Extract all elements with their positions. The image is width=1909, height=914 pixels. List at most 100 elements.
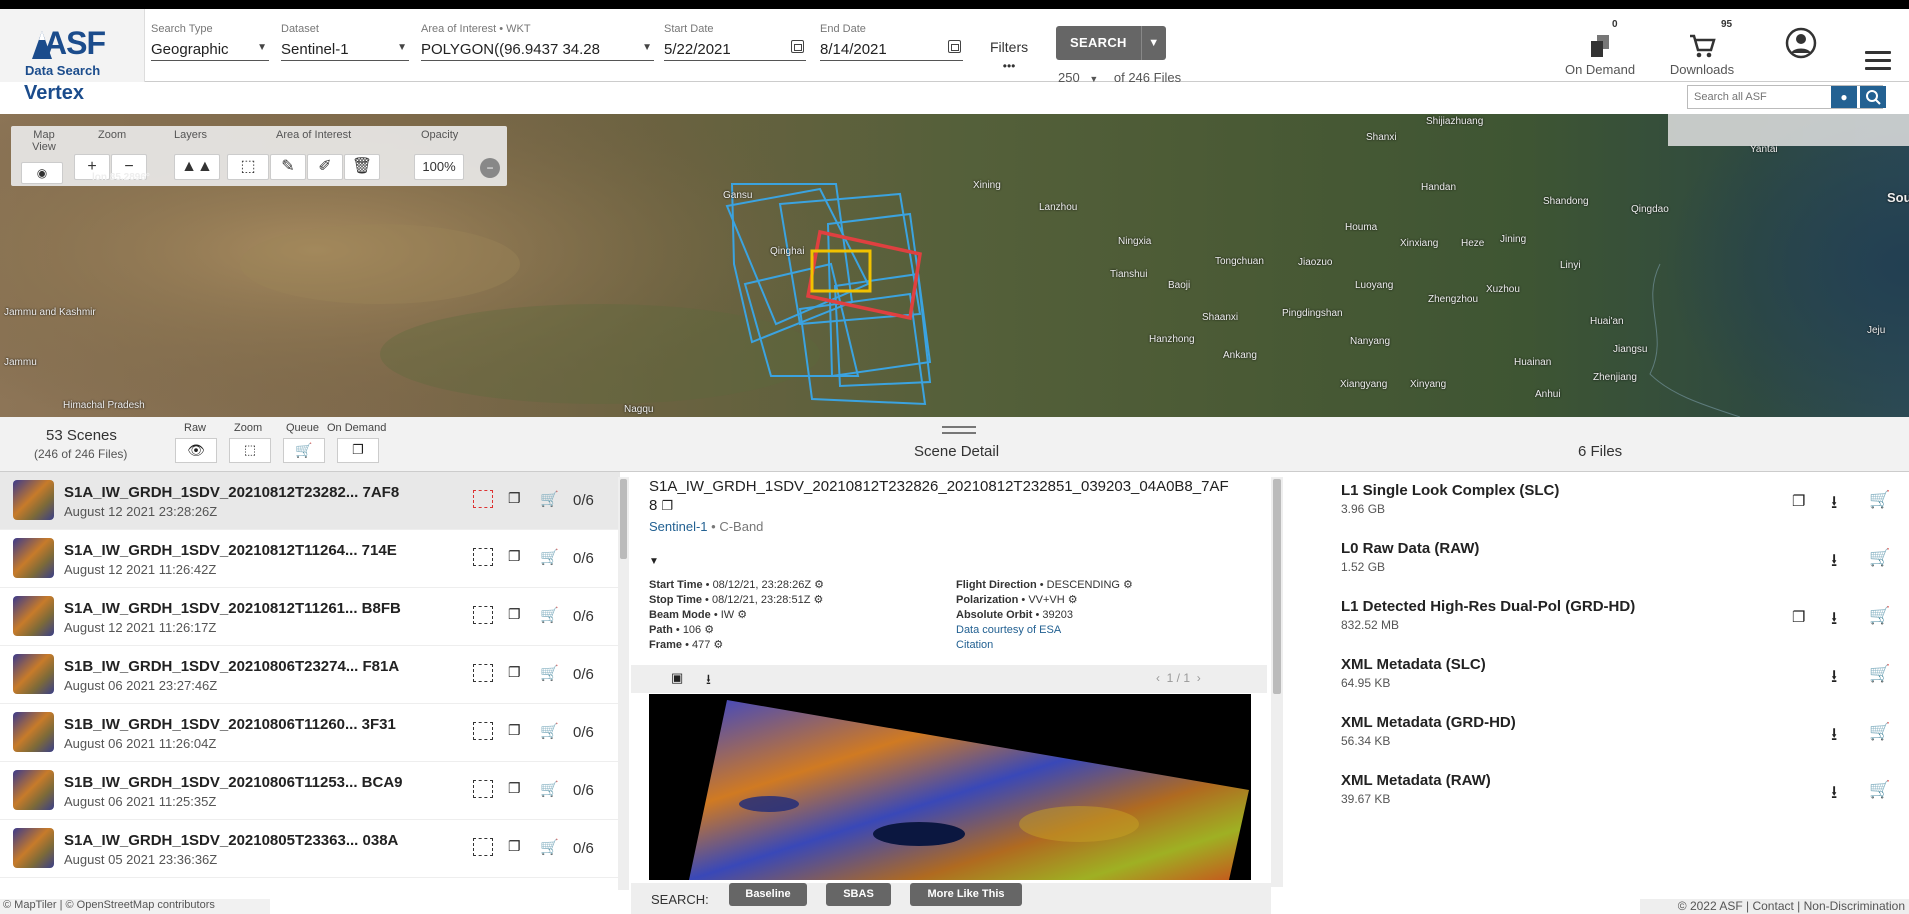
list-item[interactable]: S1B_IW_GRDH_1SDV_20210806T23274... F81A … [0, 646, 620, 704]
cart-icon[interactable]: 🛒 [540, 664, 560, 682]
gear-icon[interactable]: ⚙ [1123, 579, 1133, 591]
on-demand-icon[interactable]: ❐ [508, 780, 528, 798]
gear-icon[interactable]: ⚙ [713, 639, 723, 651]
image-view-icon[interactable]: ▣ [671, 670, 683, 686]
calendar-icon[interactable] [791, 40, 804, 53]
cart-icon[interactable]: 🛒 [540, 780, 560, 798]
filters-button[interactable]: Filters ••• [990, 39, 1028, 73]
citation-link[interactable]: Citation [956, 638, 1133, 653]
file-row[interactable]: L1 Single Look Complex (SLC) 3.96 GB ❐ ⭳… [1285, 472, 1909, 530]
max-results[interactable]: 250 ▼ of 246 Files [1058, 70, 1181, 85]
gear-icon[interactable]: ⚙ [737, 609, 747, 621]
on-demand-all-icon[interactable]: ❐ [337, 438, 379, 463]
chevron-down-icon[interactable]: ▼ [1142, 37, 1166, 49]
scene-list-scrollbar[interactable] [618, 477, 629, 890]
on-demand-icon[interactable]: ❐ [508, 722, 528, 740]
on-demand-icon[interactable]: ❐ [508, 606, 528, 624]
cart-icon[interactable]: 🛒 [1869, 490, 1890, 510]
on-demand-icon[interactable]: ❐ [1792, 608, 1805, 626]
zoom-to-scene-icon[interactable] [473, 606, 493, 624]
file-row[interactable]: XML Metadata (RAW) 39.67 KB ⭳ 🛒 [1285, 762, 1909, 820]
gear-icon[interactable]: ⚙ [814, 579, 824, 591]
search-type-select[interactable]: Search Type Geographic ▼ [151, 23, 269, 61]
zoom-to-results-icon[interactable]: ⬚ [229, 438, 271, 463]
opacity-input[interactable]: 100% [414, 154, 464, 180]
search-suggestions-dropdown[interactable] [1668, 114, 1909, 146]
cart-icon[interactable]: 🛒 [540, 548, 560, 566]
file-row[interactable]: L1 Detected High-Res Dual-Pol (GRD-HD) 8… [1285, 588, 1909, 646]
list-item[interactable]: S1A_IW_GRDH_1SDV_20210812T11264... 714E … [0, 530, 620, 588]
cart-icon[interactable]: 🛒 [1869, 548, 1890, 568]
sbas-button[interactable]: SBAS [826, 883, 891, 906]
resize-handle-icon[interactable] [942, 426, 976, 434]
asf-logo[interactable]: ASF Data Search Vertex [0, 9, 145, 104]
baseline-button[interactable]: Baseline [729, 883, 807, 906]
gear-icon[interactable]: ⚙ [704, 624, 714, 636]
calendar-icon[interactable] [948, 40, 961, 53]
zoom-to-scene-icon[interactable] [473, 722, 493, 740]
search-button[interactable]: SEARCH ▼ [1056, 26, 1166, 60]
cloud-download-icon[interactable]: ⭳ [1831, 490, 1837, 520]
cart-icon[interactable]: 🛒 [540, 490, 560, 508]
file-row[interactable]: L0 Raw Data (RAW) 1.52 GB ⭳ 🛒 [1285, 530, 1909, 588]
map-view[interactable]: Jammu and Kashmir Himachal Pradesh Jammu… [0, 114, 1909, 417]
cloud-download-icon[interactable]: ⭳ [1831, 664, 1837, 694]
list-item[interactable]: S1B_IW_GRDH_1SDV_20210806T11253... BCA9 … [0, 762, 620, 820]
search-icon[interactable] [1860, 86, 1886, 108]
gear-icon[interactable]: ⚙ [1068, 594, 1078, 606]
edit-polygon-icon[interactable]: ✐ [307, 154, 343, 180]
zoom-to-scene-icon[interactable] [473, 490, 493, 508]
dataset-link[interactable]: Sentinel-1 [649, 519, 708, 534]
on-demand-icon[interactable]: ❐ [508, 490, 528, 508]
zoom-to-scene-icon[interactable] [473, 838, 493, 856]
non-discrimination-link[interactable]: Non-Discrimination [1804, 899, 1905, 913]
cart-icon[interactable]: 🛒 [1869, 606, 1890, 626]
list-item[interactable]: S1A_IW_GRDH_1SDV_20210812T11261... B8FB … [0, 588, 620, 646]
cart-icon[interactable]: 🛒 [1869, 664, 1890, 684]
cart-icon[interactable]: 🛒 [540, 606, 560, 624]
cart-icon[interactable]: 🛒 [1869, 780, 1890, 800]
file-row[interactable]: XML Metadata (GRD-HD) 56.34 KB ⭳ 🛒 [1285, 704, 1909, 762]
detail-scrollbar[interactable] [1271, 477, 1283, 887]
eye-icon[interactable]: 👁 [175, 438, 217, 463]
file-row[interactable]: XML Metadata (SLC) 64.95 KB ⭳ 🛒 [1285, 646, 1909, 704]
download-icon[interactable]: ⭳ [706, 669, 711, 693]
expand-toggle-icon[interactable]: ▼ [649, 556, 659, 567]
user-avatar-icon[interactable] [1785, 27, 1817, 64]
list-item[interactable]: S1A_IW_GRDH_1SDV_20210812T23282... 7AF8 … [0, 472, 620, 530]
on-demand-button[interactable]: On Demand [1560, 33, 1640, 77]
on-demand-icon[interactable]: ❐ [508, 548, 528, 566]
end-date-field[interactable]: End Date 8/14/2021 [820, 23, 963, 61]
dataset-select[interactable]: Dataset Sentinel-1 ▼ [281, 23, 409, 61]
cloud-download-icon[interactable]: ⭳ [1831, 606, 1837, 636]
microphone-icon[interactable]: ● [1831, 86, 1857, 108]
cart-icon[interactable]: 🛒 [540, 722, 560, 740]
data-courtesy-link[interactable]: Data courtesy of ESA [956, 623, 1133, 638]
delete-icon[interactable]: 🗑 [344, 154, 380, 180]
on-demand-icon[interactable]: ❐ [508, 664, 528, 682]
globe-icon[interactable]: ◉ [21, 162, 63, 184]
gear-icon[interactable]: ⚙ [814, 594, 824, 606]
on-demand-icon[interactable]: ❐ [1792, 492, 1805, 510]
cart-icon[interactable]: 🛒 [1869, 722, 1890, 742]
cart-icon[interactable]: 🛒 [540, 838, 560, 856]
copy-icon[interactable]: ❐ [662, 498, 674, 513]
start-date-field[interactable]: Start Date 5/22/2021 [664, 23, 806, 61]
cloud-download-icon[interactable]: ⭳ [1831, 548, 1837, 578]
zoom-to-scene-icon[interactable] [473, 548, 493, 566]
on-demand-icon[interactable]: ❐ [508, 838, 528, 856]
aoi-field[interactable]: Area of Interest • WKT POLYGON((96.9437 … [421, 23, 654, 61]
more-like-this-button[interactable]: More Like This [910, 883, 1022, 906]
zoom-to-scene-icon[interactable] [473, 664, 493, 682]
cloud-download-icon[interactable]: ⭳ [1831, 780, 1837, 810]
list-item[interactable]: S1A_IW_GRDH_1SDV_20210805T23363... 038A … [0, 820, 620, 878]
collapse-toolbar-icon[interactable]: − [480, 158, 500, 178]
cloud-download-icon[interactable]: ⭳ [1831, 722, 1837, 752]
queue-all-cart-icon[interactable]: 🛒 [283, 438, 325, 463]
browse-image[interactable] [649, 694, 1251, 880]
contact-link[interactable]: Contact [1752, 899, 1793, 913]
list-item[interactable]: S1B_IW_GRDH_1SDV_20210806T11260... 3F31 … [0, 704, 620, 762]
downloads-button[interactable]: Downloads [1660, 33, 1744, 77]
zoom-to-scene-icon[interactable] [473, 780, 493, 798]
hamburger-menu-icon[interactable] [1865, 51, 1891, 71]
